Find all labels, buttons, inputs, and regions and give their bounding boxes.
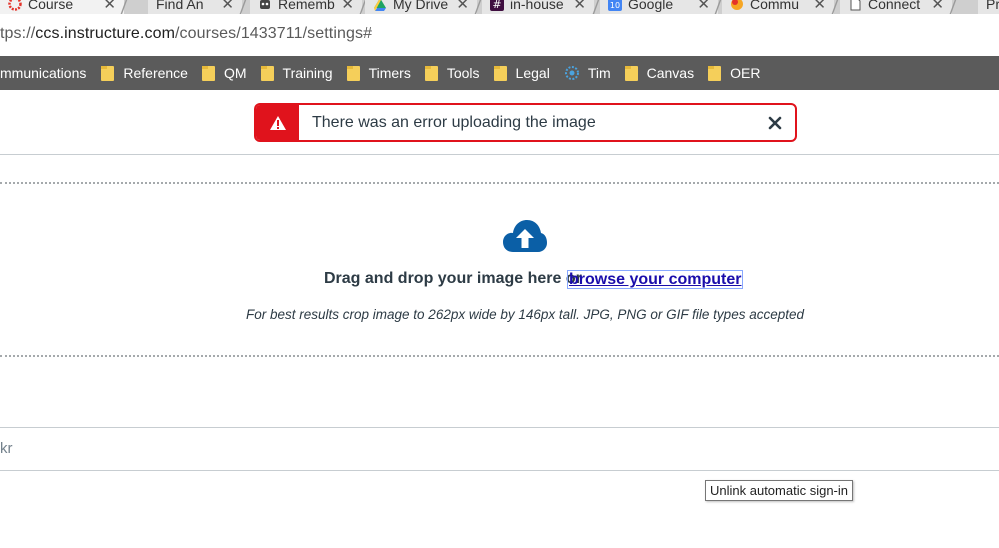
bookmark-label: QM bbox=[223, 65, 247, 81]
bookmark-communications[interactable]: mmunications bbox=[0, 65, 86, 81]
dropzone-bottom-border bbox=[0, 355, 999, 357]
robot-icon bbox=[260, 0, 270, 9]
tab-title: Course bbox=[28, 0, 74, 12]
tab-my-drive[interactable]: My Drive ✕ bbox=[365, 0, 477, 14]
tab-in-house[interactable]: # in-house ✕ bbox=[482, 0, 594, 14]
tab-close-icon[interactable]: ✕ bbox=[931, 0, 944, 13]
tab-partial[interactable]: Pr bbox=[978, 0, 999, 14]
slack-icon: # bbox=[490, 0, 504, 11]
url-text[interactable]: tps://ccs.instructure.com/courses/143371… bbox=[0, 25, 372, 43]
svg-text:10: 10 bbox=[610, 1, 620, 10]
tab-close-icon[interactable]: ✕ bbox=[813, 0, 826, 13]
bookmark-label: OER bbox=[730, 65, 761, 81]
bookmark-legal[interactable]: Legal bbox=[493, 65, 550, 81]
tab-close-icon[interactable]: ✕ bbox=[456, 0, 469, 13]
folder-icon bbox=[346, 65, 360, 81]
bookmark-tools[interactable]: Tools bbox=[424, 65, 480, 81]
folder-icon bbox=[708, 65, 722, 81]
folder-icon bbox=[201, 65, 215, 81]
browser-tab-strip: Course ✕ Find An ✕ Rememb ✕ My Drive ✕ #… bbox=[0, 0, 999, 14]
alert-close-button[interactable] bbox=[755, 105, 795, 140]
bookmark-label: Canvas bbox=[646, 65, 695, 81]
folder-icon bbox=[101, 65, 115, 81]
cloud-upload-icon bbox=[503, 220, 547, 252]
tab-separator bbox=[947, 0, 961, 14]
bookmark-label: Timers bbox=[368, 65, 411, 81]
url-prefix: tps:// bbox=[0, 25, 36, 42]
error-alert: There was an error uploading the image bbox=[254, 103, 797, 142]
alert-message: There was an error uploading the image bbox=[312, 113, 596, 131]
bookmark-oer[interactable]: OER bbox=[708, 65, 760, 81]
tab-close-icon[interactable]: ✕ bbox=[221, 0, 234, 13]
drop-instructions: Drag and drop your image here or bbox=[324, 270, 582, 287]
canvas-logo-icon bbox=[8, 0, 22, 11]
bookmark-label: mmunications bbox=[0, 65, 87, 81]
gear-site-icon bbox=[564, 66, 579, 80]
bookmark-tim[interactable]: Tim bbox=[564, 65, 611, 81]
tab-title: Rememb bbox=[278, 0, 335, 12]
bookmark-timers[interactable]: Timers bbox=[346, 65, 411, 81]
tab-close-icon[interactable]: ✕ bbox=[573, 0, 586, 13]
bookmark-reference[interactable]: Reference bbox=[101, 65, 188, 81]
tab-title: Google bbox=[628, 0, 674, 12]
bookmark-label: Reference bbox=[123, 65, 188, 81]
tab-google-calendar[interactable]: 10 Google ✕ bbox=[600, 0, 718, 14]
upload-hint: For best results crop image to 262px wid… bbox=[245, 307, 804, 322]
tab-title: Connect bbox=[868, 0, 921, 12]
close-icon bbox=[768, 116, 782, 129]
svg-text:#: # bbox=[492, 0, 501, 11]
google-calendar-icon: 10 bbox=[608, 0, 622, 11]
page-icon bbox=[850, 0, 861, 11]
tab-find-answers[interactable]: Find An ✕ bbox=[148, 0, 242, 14]
folder-icon bbox=[624, 65, 638, 81]
bookmark-qm[interactable]: QM bbox=[201, 65, 247, 81]
bookmark-canvas[interactable]: Canvas bbox=[624, 65, 695, 81]
divider bbox=[0, 470, 999, 471]
tab-close-icon[interactable]: ✕ bbox=[697, 0, 710, 13]
bookmark-label: Legal bbox=[515, 65, 550, 81]
folder-icon bbox=[424, 65, 438, 81]
bookmark-label: Tim bbox=[587, 65, 611, 81]
tab-remember[interactable]: Rememb ✕ bbox=[250, 0, 362, 14]
tab-separator bbox=[237, 0, 251, 14]
bookmarks-bar: mmunications Reference QM Training Timer… bbox=[0, 56, 999, 90]
bookmark-training[interactable]: Training bbox=[260, 65, 333, 81]
bookmark-label: Tools bbox=[446, 65, 480, 81]
tab-title: Find An bbox=[156, 0, 204, 12]
address-bar[interactable]: tps://ccs.instructure.com/courses/143371… bbox=[0, 14, 999, 54]
folder-icon bbox=[260, 65, 274, 81]
url-host: ccs.instructure.com bbox=[35, 25, 175, 42]
bookmark-label: Training bbox=[282, 65, 333, 81]
folder-icon bbox=[493, 65, 507, 81]
tab-close-icon[interactable]: ✕ bbox=[341, 0, 354, 13]
tab-title: in-house bbox=[510, 0, 564, 12]
tab-title: Pr bbox=[986, 0, 999, 12]
tab-course[interactable]: Course ✕ bbox=[0, 0, 124, 14]
community-icon bbox=[731, 0, 743, 10]
field-partial-text: kr bbox=[0, 440, 13, 457]
unlink-sign-in-tooltip: Unlink automatic sign-in bbox=[705, 480, 854, 501]
warning-icon bbox=[269, 115, 286, 130]
tab-close-icon[interactable]: ✕ bbox=[103, 0, 116, 13]
dropzone-top-border bbox=[0, 182, 999, 184]
google-drive-icon bbox=[374, 0, 386, 11]
tab-title: Commu bbox=[750, 0, 800, 12]
tab-separator bbox=[118, 0, 132, 14]
tab-connect[interactable]: Connect ✕ bbox=[840, 0, 952, 14]
alert-icon-box bbox=[256, 105, 299, 140]
browse-computer-link[interactable]: browse your computer bbox=[567, 270, 744, 289]
tab-community[interactable]: Commu ✕ bbox=[722, 0, 834, 14]
divider bbox=[0, 154, 999, 155]
tab-title: My Drive bbox=[393, 0, 449, 12]
url-path: /courses/1433711/settings# bbox=[175, 25, 373, 42]
divider bbox=[0, 427, 999, 428]
